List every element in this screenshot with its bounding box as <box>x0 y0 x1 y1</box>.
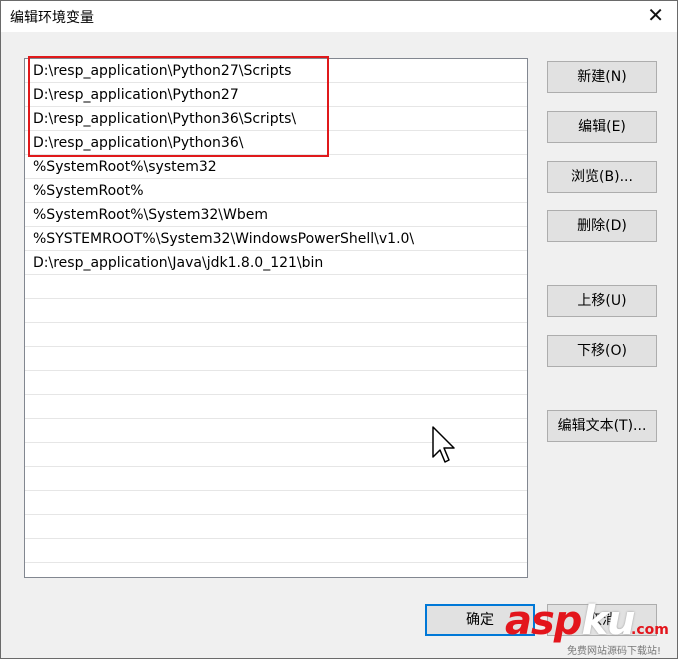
browse-button[interactable]: 浏览(B)... <box>547 161 657 193</box>
close-icon[interactable]: ✕ <box>647 4 664 26</box>
new-button[interactable]: 新建(N) <box>547 61 657 93</box>
watermark-subtitle: 免费网站源码下载站! <box>567 646 662 657</box>
list-item[interactable] <box>25 395 527 419</box>
list-item[interactable] <box>25 467 527 491</box>
path-list[interactable]: D:\resp_application\Python27\Scripts D:\r… <box>24 58 528 578</box>
list-item[interactable]: %SystemRoot%\system32 <box>25 155 527 179</box>
list-item[interactable]: D:\resp_application\Python27\Scripts <box>25 59 527 83</box>
list-item[interactable] <box>25 323 527 347</box>
list-item[interactable] <box>25 539 527 563</box>
list-item[interactable]: D:\resp_application\Python36\Scripts\ <box>25 107 527 131</box>
window-title: 编辑环境变量 <box>10 10 94 26</box>
move-down-button[interactable]: 下移(O) <box>547 335 657 367</box>
edit-text-button[interactable]: 编辑文本(T)... <box>547 410 657 442</box>
mouse-cursor-icon <box>431 425 457 469</box>
edit-button[interactable]: 编辑(E) <box>547 111 657 143</box>
list-item[interactable]: D:\resp_application\Python36\ <box>25 131 527 155</box>
list-item[interactable]: D:\resp_application\Java\jdk1.8.0_121\bi… <box>25 251 527 275</box>
list-item[interactable]: D:\resp_application\Python27 <box>25 83 527 107</box>
list-item[interactable] <box>25 347 527 371</box>
title-bar: 编辑环境变量 ✕ <box>0 0 678 32</box>
list-item[interactable] <box>25 299 527 323</box>
list-item[interactable] <box>25 371 527 395</box>
list-item[interactable] <box>25 275 527 299</box>
list-item[interactable]: %SYSTEMROOT%\System32\WindowsPowerShell\… <box>25 227 527 251</box>
list-item[interactable]: %SystemRoot%\System32\Wbem <box>25 203 527 227</box>
delete-button[interactable]: 删除(D) <box>547 210 657 242</box>
list-item[interactable]: %SystemRoot% <box>25 179 527 203</box>
list-item[interactable] <box>25 491 527 515</box>
list-item[interactable] <box>25 515 527 539</box>
cancel-button[interactable]: 取消 <box>547 604 657 636</box>
move-up-button[interactable]: 上移(U) <box>547 285 657 317</box>
list-item[interactable] <box>25 563 527 577</box>
ok-button[interactable]: 确定 <box>425 604 535 636</box>
